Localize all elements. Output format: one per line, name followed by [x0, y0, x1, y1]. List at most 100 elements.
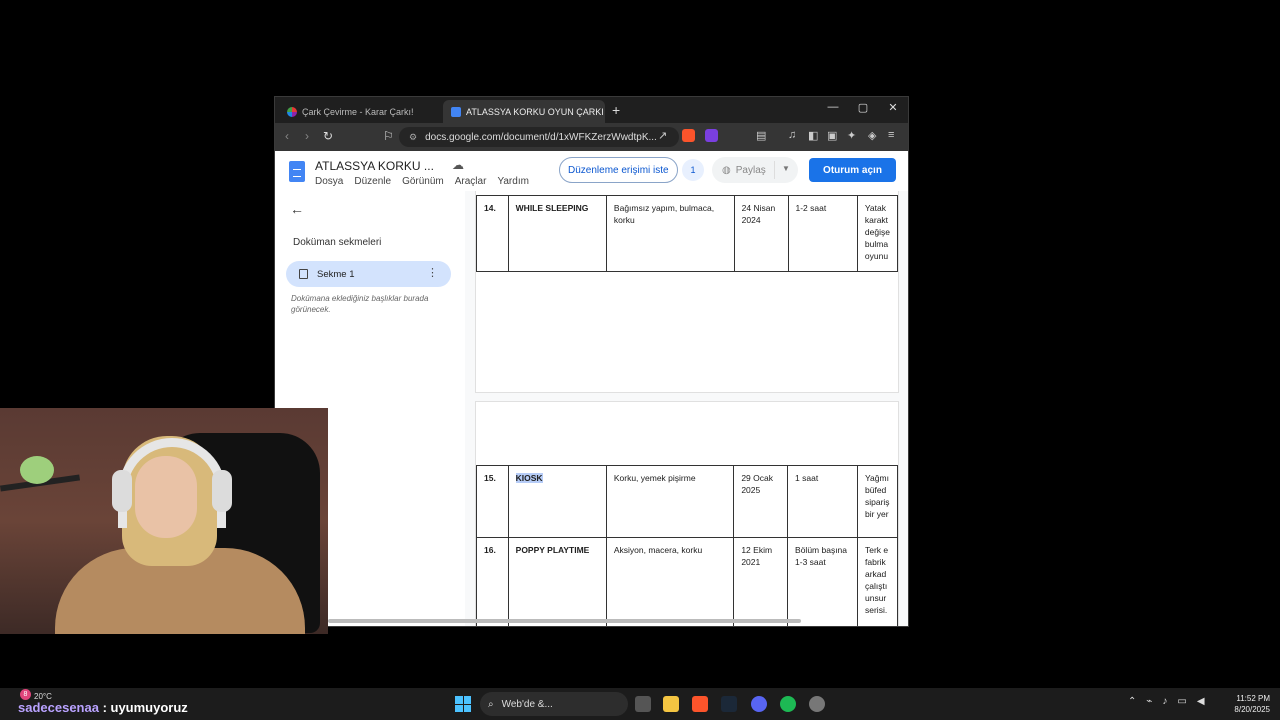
clock-date: 8/20/2025 [1234, 705, 1270, 714]
menu-icon[interactable]: ≡ [888, 129, 894, 141]
bookmark-icon[interactable]: ⚐ [383, 129, 394, 143]
overlay-message: : uyumuyoruz [98, 700, 188, 715]
request-edit-access-button[interactable]: Düzenleme erişimi iste [559, 157, 678, 183]
site-settings-icon[interactable]: ⚙ [409, 132, 417, 143]
leo-ai-icon[interactable]: ✦ [847, 129, 856, 142]
tabs-hint-text: Dokümana eklediğiniz başlıklar burada gö… [291, 294, 429, 314]
url-input[interactable]: ⚙ docs.google.com/document/d/1xWFKZerzWw… [399, 127, 679, 147]
obs-icon[interactable] [809, 696, 825, 712]
address-bar: ‹ › ↻ ⚐ ⚙ docs.google.com/document/d/1xW… [275, 123, 908, 151]
reader-mode-icon[interactable]: ▤ [756, 129, 766, 142]
browser-tab-bar: Çark Çevirme - Karar Çarkı! ATLASSYA KOR… [275, 97, 908, 123]
task-view-icon[interactable] [635, 696, 651, 712]
selected-text: KIOSK [515, 473, 543, 483]
row-number: 16. [476, 537, 509, 626]
document-icon [299, 269, 308, 279]
forward-icon[interactable]: › [305, 129, 309, 143]
document-title: ATLASSYA KORKU ... [315, 159, 434, 173]
share-page-icon[interactable]: ↗ [658, 129, 667, 142]
vpn-icon[interactable]: ◈ [868, 129, 876, 142]
release-date: 12 Ekim 2021 [733, 537, 789, 626]
viewer-count-badge[interactable]: 1 [682, 159, 704, 181]
new-tab-button[interactable]: + [612, 102, 620, 118]
browser-window: Çark Çevirme - Karar Çarkı! ATLASSYA KOR… [274, 96, 909, 627]
wheel-icon [287, 106, 297, 117]
menu-view[interactable]: Görünüm [402, 176, 444, 187]
windows-start-icon[interactable] [455, 696, 471, 712]
discord-icon[interactable] [751, 696, 767, 712]
release-date: 24 Nisan 2024 [733, 195, 789, 272]
play-time: 1-2 saat [787, 195, 858, 272]
chevron-down-icon[interactable]: ▼ [782, 164, 790, 173]
media-icon[interactable]: ♫ [788, 129, 796, 141]
steam-icon[interactable] [721, 696, 737, 712]
taskbar-search[interactable]: ⌕ Web'de &... [480, 692, 628, 716]
maximize-icon[interactable]: ▢ [853, 101, 873, 114]
network-icon[interactable]: ⌁ [1146, 696, 1152, 707]
tab-atlassya-doc[interactable]: ATLASSYA KORKU OYUN ÇARKI ✕ [443, 100, 605, 123]
docs-icon [451, 106, 461, 117]
volume-icon[interactable]: ◀ [1197, 696, 1205, 707]
game-name: POPPY PLAYTIME [507, 537, 607, 626]
back-icon[interactable]: ‹ [285, 129, 289, 143]
horizontal-scrollbar[interactable] [328, 619, 801, 623]
display-icon[interactable]: ▭ [1177, 696, 1186, 707]
minimize-icon[interactable]: — [823, 101, 843, 113]
game-description: Yatak karakt değişe bulma oyunu [856, 195, 899, 272]
screen: Çark Çevirme - Karar Çarkı! ATLASSYA KOR… [0, 0, 1280, 720]
brave-rewards-icon[interactable] [705, 129, 718, 142]
sign-in-button[interactable]: Oturum açın [809, 158, 896, 182]
menu-file[interactable]: Dosya [315, 176, 343, 187]
tab-label: ATLASSYA KORKU OYUN ÇARKI [466, 106, 604, 117]
clock[interactable]: 11:52 PM 8/20/2025 [1226, 693, 1270, 715]
game-description: Terk e fabrik arkad çalıştı unsur serisi… [857, 537, 898, 626]
docs-menu-bar: Dosya Düzenle Görünüm Araçlar Yardım [315, 176, 529, 187]
stream-overlay-text: sadecesenaa : uyumuyoruz [18, 700, 188, 715]
brave-shield-icon[interactable] [682, 129, 695, 142]
games-table: 14. WHILE SLEEPING Bağımsız yapım, bulma… [476, 195, 899, 272]
games-table: 15. KIOSK Korku, yemek pişirme 29 Ocak 2… [476, 465, 898, 626]
table-row: 14. WHILE SLEEPING Bağımsız yapım, bulma… [476, 195, 899, 272]
file-explorer-icon[interactable] [663, 696, 679, 712]
chevron-up-icon[interactable]: ⌃ [1128, 696, 1136, 707]
tab-cark-cevirme[interactable]: Çark Çevirme - Karar Çarkı! [279, 100, 439, 123]
close-icon[interactable]: ✕ [604, 106, 605, 117]
sidebar-item-sekme-1[interactable]: Sekme 1 ⋮ [286, 261, 451, 287]
share-button[interactable]: ◍ Paylaş ▼ [712, 157, 798, 183]
menu-edit[interactable]: Düzenle [354, 176, 391, 187]
taskbar: 8 20°C sadecesenaa : uyumuyoruz ⌕ Web'de… [0, 688, 1280, 720]
row-number: 14. [476, 195, 509, 272]
document-page: 15. KIOSK Korku, yemek pişirme 29 Ocak 2… [475, 401, 899, 626]
row-number: 15. [476, 465, 509, 538]
headphone-ear-left [112, 470, 132, 512]
microphone-icon[interactable]: ♪ [1162, 696, 1167, 707]
menu-help[interactable]: Yardım [497, 176, 529, 187]
globe-icon: ◍ [722, 164, 731, 176]
document-page: 14. WHILE SLEEPING Bağımsız yapım, bulma… [475, 191, 899, 393]
sidebar-icon[interactable]: ◧ [808, 129, 818, 142]
window-close-icon[interactable]: ✕ [883, 101, 903, 114]
divider [774, 161, 775, 179]
spotify-icon[interactable] [780, 696, 796, 712]
webcam-overlay [0, 408, 328, 634]
menu-tools[interactable]: Araçlar [455, 176, 487, 187]
table-row: 16. POPPY PLAYTIME Aksiyon, macera, kork… [476, 537, 898, 626]
reload-icon[interactable]: ↻ [323, 129, 333, 143]
wallet-icon[interactable]: ▣ [827, 129, 837, 142]
docs-logo-icon[interactable] [289, 161, 305, 182]
cloud-icon[interactable]: ☁ [452, 158, 464, 172]
brave-browser-icon[interactable] [692, 696, 708, 712]
search-label: Web'de &... [501, 698, 553, 710]
clock-time: 11:52 PM [1236, 694, 1270, 703]
back-arrow-icon[interactable]: ← [290, 201, 304, 217]
url-text: docs.google.com/document/d/1xWFKZerzWwdt… [425, 131, 657, 143]
play-time: Bölüm başına 1-3 saat [787, 537, 858, 626]
tab-label: Çark Çevirme - Karar Çarkı! [302, 106, 414, 117]
docs-header: ATLASSYA KORKU ... ☁ Dosya Düzenle Görün… [275, 151, 908, 191]
game-genre: Korku, yemek pişirme [605, 465, 735, 538]
plush-toy [20, 456, 54, 484]
document-canvas[interactable]: 14. WHILE SLEEPING Bağımsız yapım, bulma… [465, 191, 908, 626]
docs-body: ← Doküman sekmeleri Sekme 1 ⋮ Dokümana e… [275, 191, 908, 626]
more-options-icon[interactable]: ⋮ [427, 266, 438, 279]
system-tray: ⌃ ⌁ ♪ ▭ ◀ [1128, 696, 1205, 707]
